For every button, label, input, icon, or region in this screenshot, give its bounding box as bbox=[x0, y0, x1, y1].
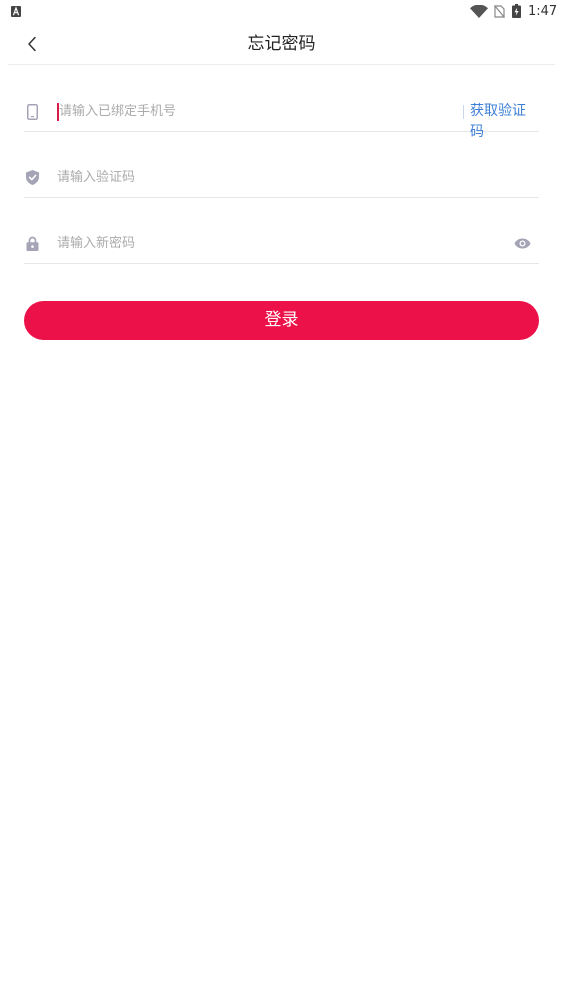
battery-charging-icon bbox=[512, 4, 521, 18]
notification-app-icon bbox=[11, 6, 21, 17]
header-divider bbox=[8, 64, 555, 65]
show-password-toggle[interactable] bbox=[508, 224, 536, 263]
password-row bbox=[24, 224, 539, 264]
eye-icon bbox=[514, 238, 531, 249]
code-input[interactable] bbox=[57, 167, 497, 188]
login-button[interactable]: 登录 bbox=[24, 301, 539, 340]
text-cursor bbox=[57, 103, 59, 121]
chevron-left-icon bbox=[27, 36, 37, 52]
phone-input[interactable] bbox=[57, 101, 459, 122]
no-sim-icon bbox=[494, 5, 505, 18]
code-row bbox=[24, 158, 539, 198]
shield-check-icon bbox=[26, 158, 39, 197]
phone-icon bbox=[27, 92, 38, 131]
get-code-divider bbox=[463, 105, 464, 119]
phone-row: 获取验证码 bbox=[24, 92, 539, 140]
lock-icon bbox=[26, 224, 39, 263]
wifi-icon bbox=[470, 5, 488, 18]
status-bar: 1:47 bbox=[0, 0, 563, 24]
back-button[interactable] bbox=[20, 28, 44, 60]
status-time: 1:47 bbox=[528, 4, 558, 19]
get-code-button[interactable]: 获取验证码 bbox=[470, 101, 539, 143]
header: 忘记密码 bbox=[0, 24, 563, 65]
new-password-input[interactable] bbox=[57, 233, 487, 254]
page-title: 忘记密码 bbox=[247, 34, 316, 54]
